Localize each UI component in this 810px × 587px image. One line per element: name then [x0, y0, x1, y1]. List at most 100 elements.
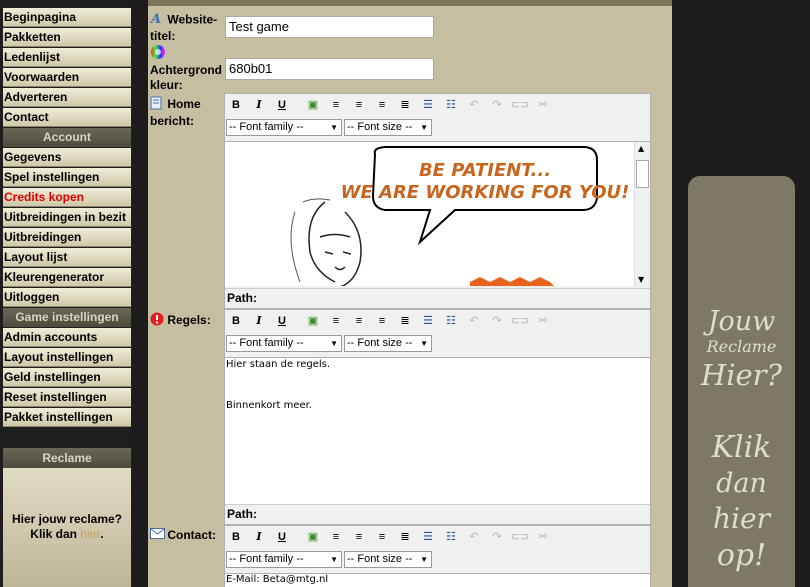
reclame-text: Hier jouw reclame?: [11, 512, 123, 526]
justify-icon[interactable]: ≣: [395, 528, 415, 546]
nav-pakket-instellingen[interactable]: Pakket instellingen: [3, 408, 131, 427]
align-right-icon[interactable]: ≡: [372, 528, 392, 546]
bg-color-label-1: Achtergrond: [150, 63, 222, 77]
nav-uitloggen[interactable]: Uitloggen: [3, 288, 131, 307]
bg-color-label: Achtergrond kleur:: [150, 63, 222, 93]
chevron-down-icon: ▼: [420, 555, 428, 564]
unlink-icon[interactable]: ✂: [533, 312, 553, 330]
align-center-icon[interactable]: ≡: [349, 528, 369, 546]
image-icon[interactable]: ▣: [303, 96, 323, 114]
align-center-icon[interactable]: ≡: [349, 312, 369, 330]
chevron-down-icon: ▼: [420, 123, 428, 132]
italic-button[interactable]: I: [249, 528, 269, 546]
scroll-thumb[interactable]: [636, 160, 649, 188]
font-size-select[interactable]: -- Font size -- ▼: [344, 335, 432, 352]
nav-pakketten[interactable]: Pakketten: [3, 28, 131, 47]
right-ad-banner[interactable]: Jouw Reclame Hier? Klik dan hier op!: [688, 176, 795, 587]
scroll-down-icon[interactable]: ▼: [638, 275, 644, 284]
font-family-value: -- Font family --: [229, 121, 304, 133]
bg-color-input[interactable]: 680b01: [225, 58, 434, 80]
undo-icon[interactable]: ↶: [464, 528, 484, 546]
align-center-icon[interactable]: ≡: [349, 96, 369, 114]
website-title-input[interactable]: Test game: [225, 16, 434, 38]
nav-spel-instellingen[interactable]: Spel instellingen: [3, 168, 131, 187]
ad-line-hier-2: hier: [713, 502, 770, 535]
bold-button[interactable]: B: [226, 528, 246, 546]
font-size-select[interactable]: -- Font size -- ▼: [344, 551, 432, 568]
bullet-list-icon[interactable]: ☰: [418, 312, 438, 330]
link-icon[interactable]: ⊂⊃: [510, 312, 530, 330]
home-label-2: bericht:: [150, 114, 195, 128]
nav-beginpagina[interactable]: Beginpagina: [3, 8, 131, 27]
ad-line-jouw: Jouw: [707, 306, 776, 337]
bold-button[interactable]: B: [226, 312, 246, 330]
align-left-icon[interactable]: ≡: [326, 528, 346, 546]
nav-geld-instellingen[interactable]: Geld instellingen: [3, 368, 131, 387]
align-left-icon[interactable]: ≡: [326, 96, 346, 114]
underline-button[interactable]: U: [272, 528, 292, 546]
home-edit-area[interactable]: BE PATIENT... WE ARE WORKING FOR YOU! ▲ …: [225, 141, 650, 286]
nav-admin-accounts[interactable]: Admin accounts: [3, 328, 131, 347]
contact-edit-area[interactable]: E-Mail: Beta@mtg.nl: [225, 573, 650, 587]
nav-gegevens[interactable]: Gegevens: [3, 148, 131, 167]
nav-uitbreidingen-in-bezit[interactable]: Uitbreidingen in bezit: [3, 208, 131, 227]
align-right-icon[interactable]: ≡: [372, 96, 392, 114]
numbered-list-icon[interactable]: ☷: [441, 528, 461, 546]
rules-label-text: Regels:: [167, 313, 211, 328]
underline-button[interactable]: U: [272, 96, 292, 114]
reclame-klik: Klik dan: [30, 527, 77, 541]
nav-contact[interactable]: Contact: [3, 108, 131, 127]
align-left-icon[interactable]: ≡: [326, 312, 346, 330]
warning-icon: [150, 312, 164, 330]
unlink-icon[interactable]: ✂: [533, 96, 553, 114]
nav-layout-lijst[interactable]: Layout lijst: [3, 248, 131, 267]
home-editor: B I U ▣ ≡ ≡ ≡ ≣ ☰ ☷ ↶ ↷ ⊂⊃ ✂ -- Font fam…: [224, 93, 651, 309]
justify-icon[interactable]: ≣: [395, 96, 415, 114]
redo-icon[interactable]: ↷: [487, 312, 507, 330]
link-icon[interactable]: ⊂⊃: [510, 528, 530, 546]
font-family-select[interactable]: -- Font family -- ▼: [226, 551, 342, 568]
contact-editor: B I U ▣ ≡ ≡ ≡ ≣ ☰ ☷ ↶ ↷ ⊂⊃ ✂ -- Font fam…: [224, 525, 651, 587]
undo-icon[interactable]: ↶: [464, 96, 484, 114]
scroll-up-icon[interactable]: ▲: [638, 144, 644, 153]
reclame-hier-link[interactable]: hier: [80, 527, 100, 541]
justify-icon[interactable]: ≣: [395, 312, 415, 330]
nav-layout-instellingen[interactable]: Layout instellingen: [3, 348, 131, 367]
undo-icon[interactable]: ↶: [464, 312, 484, 330]
chevron-down-icon: ▼: [420, 339, 428, 348]
nav-ledenlijst[interactable]: Ledenlijst: [3, 48, 131, 67]
nav-credits-kopen[interactable]: Credits kopen: [3, 188, 131, 207]
bold-button[interactable]: B: [226, 96, 246, 114]
unlink-icon[interactable]: ✂: [533, 528, 553, 546]
font-family-select[interactable]: -- Font family -- ▼: [226, 335, 342, 352]
align-right-icon[interactable]: ≡: [372, 312, 392, 330]
redo-icon[interactable]: ↷: [487, 528, 507, 546]
ad-line-klik: Klik: [711, 430, 772, 465]
contact-toolbar: B I U ▣ ≡ ≡ ≡ ≣ ☰ ☷ ↶ ↷ ⊂⊃ ✂: [225, 526, 650, 548]
italic-button[interactable]: I: [249, 312, 269, 330]
font-family-select[interactable]: -- Font family -- ▼: [226, 119, 342, 136]
italic-button[interactable]: I: [249, 96, 269, 114]
nav-adverteren[interactable]: Adverteren: [3, 88, 131, 107]
reclame-box: Hier jouw reclame? Klik dan hier.: [3, 468, 131, 587]
nav-uitbreidingen[interactable]: Uitbreidingen: [3, 228, 131, 247]
contact-line-1: E-Mail: Beta@mtg.nl: [226, 574, 329, 585]
image-icon[interactable]: ▣: [303, 528, 323, 546]
chevron-down-icon: ▼: [330, 555, 338, 564]
nav-kleurengenerator[interactable]: Kleurengenerator: [3, 268, 131, 287]
home-scrollbar[interactable]: ▲ ▼: [634, 142, 650, 286]
nav-reset-instellingen[interactable]: Reset instellingen: [3, 388, 131, 407]
redo-icon[interactable]: ↷: [487, 96, 507, 114]
bullet-list-icon[interactable]: ☰: [418, 528, 438, 546]
image-icon[interactable]: ▣: [303, 312, 323, 330]
bullet-list-icon[interactable]: ☰: [418, 96, 438, 114]
link-icon[interactable]: ⊂⊃: [510, 96, 530, 114]
numbered-list-icon[interactable]: ☷: [441, 96, 461, 114]
top-strip: [148, 0, 672, 6]
contact-label: Contact:: [150, 528, 216, 543]
nav-voorwaarden[interactable]: Voorwaarden: [3, 68, 131, 87]
rules-edit-area[interactable]: Hier staan de regels. Binnenkort meer.: [225, 357, 650, 504]
font-size-select[interactable]: -- Font size -- ▼: [344, 119, 432, 136]
underline-button[interactable]: U: [272, 312, 292, 330]
numbered-list-icon[interactable]: ☷: [441, 312, 461, 330]
